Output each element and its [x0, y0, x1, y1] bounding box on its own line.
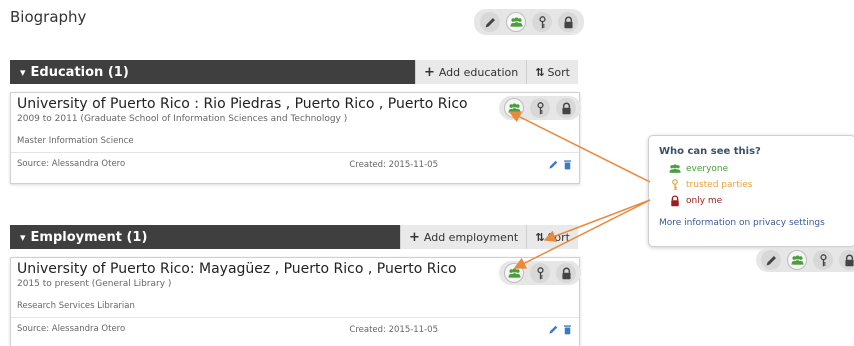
- arrow-to-education-privacy: [508, 111, 651, 183]
- annotation-arrows: [508, 111, 651, 269]
- arrow-to-employment-privacy: [513, 199, 651, 269]
- arrow-to-employment-bar: [543, 199, 651, 242]
